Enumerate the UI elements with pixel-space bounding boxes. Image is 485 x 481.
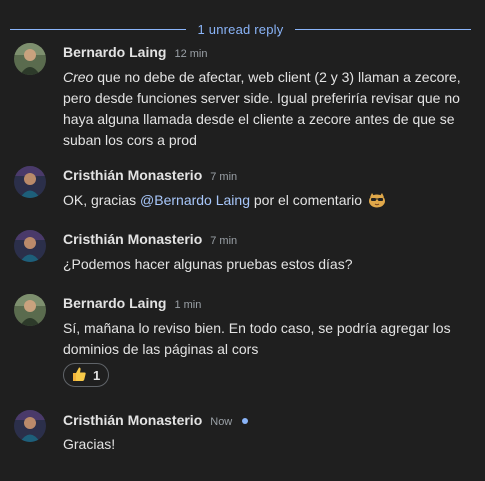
avatar-bernardo[interactable] <box>14 43 46 75</box>
timestamp: 1 min <box>174 299 202 311</box>
cool-cat-sunglasses-emoji <box>368 192 386 208</box>
thumbs-up-icon <box>71 366 87 385</box>
reaction-chip[interactable]: 1 <box>63 363 109 387</box>
author-name[interactable]: Cristhián Monasterio <box>63 231 202 247</box>
author-name[interactable]: Bernardo Laing <box>63 44 166 60</box>
italic-text: Creo <box>63 69 94 85</box>
message-text-rest: que no debe de afectar, web client (2 y … <box>63 69 461 148</box>
author-name[interactable]: Bernardo Laing <box>63 295 166 311</box>
author-name[interactable]: Cristhián Monasterio <box>63 167 202 183</box>
avatar-cristhian[interactable] <box>14 230 46 262</box>
divider-line-right <box>295 28 472 30</box>
avatar-cristhian[interactable] <box>14 166 46 198</box>
unread-label: 1 unread reply <box>197 21 284 37</box>
timestamp: 7 min <box>210 235 238 247</box>
author-name[interactable]: Cristhián Monasterio <box>63 412 202 428</box>
message-text-after: por el comentario <box>249 192 366 208</box>
unread-divider: 1 unread reply <box>10 20 472 38</box>
timestamp: 7 min <box>210 171 238 183</box>
timestamp: 12 min <box>174 48 208 60</box>
message-text-before: OK, gracias <box>63 192 141 208</box>
reaction-count: 1 <box>93 367 101 383</box>
message-text: Creo que no debe de afectar, web client … <box>63 67 463 151</box>
avatar-cristhian[interactable] <box>14 410 46 442</box>
timestamp: Now <box>210 416 233 428</box>
message-text: Sí, mañana lo reviso bien. En todo caso,… <box>63 320 451 357</box>
avatar-bernardo[interactable] <box>14 294 46 326</box>
message-text: Gracias! <box>63 436 116 452</box>
divider-line-left <box>10 28 186 30</box>
message-text: OK, gracias @Bernardo Laing por el comen… <box>63 190 463 211</box>
mention-link[interactable]: @Bernardo Laing <box>140 192 250 208</box>
message-text: ¿Podemos hacer algunas pruebas estos día… <box>63 256 353 272</box>
unread-dot-icon <box>242 418 249 424</box>
